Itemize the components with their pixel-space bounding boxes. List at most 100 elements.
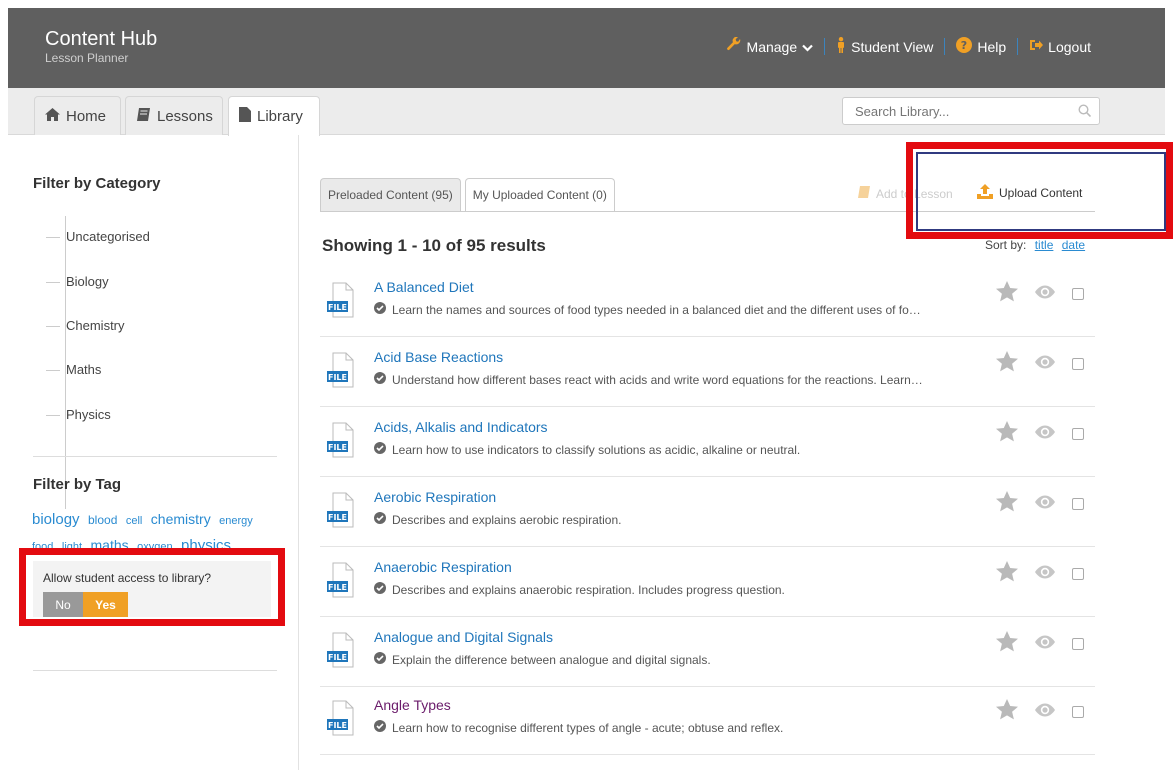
eye-icon[interactable] [1034, 635, 1056, 654]
tab-lessons[interactable]: Lessons [125, 96, 223, 135]
sort-controls: Sort by: title date [985, 238, 1085, 252]
results-count: Showing 1 - 10 of 95 results [322, 236, 546, 255]
select-checkbox[interactable] [1072, 638, 1084, 650]
result-description: Understand how different bases react wit… [374, 372, 923, 387]
top-header-bar: Content Hub Lesson Planner Manage Studen… [8, 8, 1165, 88]
list-item: FILE Anaerobic Respiration Describes and… [320, 548, 1095, 617]
student-access-label: Allow student access to library? [43, 571, 212, 585]
file-icon: FILE [327, 492, 354, 528]
category-uncategorised[interactable]: Uncategorised [46, 229, 150, 244]
tab-home[interactable]: Home [34, 96, 121, 135]
app-title: Content Hub [45, 28, 158, 50]
toggle-no-option[interactable]: No [43, 592, 83, 617]
category-maths[interactable]: Maths [45, 362, 101, 377]
eye-icon[interactable] [1034, 355, 1056, 374]
tab-library[interactable]: Library [228, 96, 320, 136]
svg-text:FILE: FILE [328, 721, 347, 730]
upload-content-outline [916, 152, 1166, 231]
main-tab-bar: Home Lessons Library [8, 88, 1165, 136]
nav-separator [1017, 38, 1019, 55]
eye-icon[interactable] [1034, 425, 1056, 444]
sort-by-date-link[interactable]: date [1062, 238, 1085, 252]
list-item: FILE Aerobic Respiration Describes and e… [320, 478, 1095, 547]
book-icon [136, 107, 151, 125]
tag-link[interactable]: energy [219, 515, 253, 527]
toggle-yes-option[interactable]: Yes [83, 592, 128, 617]
logout-link[interactable]: Logout [1029, 38, 1091, 55]
select-checkbox[interactable] [1072, 568, 1084, 580]
star-icon[interactable] [996, 491, 1018, 517]
star-icon[interactable] [996, 281, 1018, 307]
star-icon[interactable] [996, 561, 1018, 587]
result-actions [996, 699, 1084, 725]
check-circle-icon [374, 442, 386, 457]
file-icon: FILE [327, 282, 354, 318]
tab-uploaded-content[interactable]: My Uploaded Content (0) [464, 178, 615, 211]
student-view-link[interactable]: Student View [836, 37, 933, 56]
eye-icon[interactable] [1034, 565, 1056, 584]
nav-separator [944, 38, 946, 55]
result-title-link[interactable]: Anaerobic Respiration [374, 559, 512, 575]
result-title-link[interactable]: Angle Types [374, 697, 451, 713]
tab-library-label: Library [257, 108, 303, 125]
student-access-toggle[interactable]: No Yes [43, 592, 128, 617]
result-description-text: Describes and explains anaerobic respira… [392, 582, 785, 597]
document-icon [239, 107, 251, 126]
tag-link[interactable]: blood [88, 513, 117, 527]
check-circle-icon [374, 652, 386, 667]
star-icon[interactable] [996, 421, 1018, 447]
help-icon: ? [956, 37, 973, 56]
result-actions [996, 281, 1084, 307]
eye-icon[interactable] [1034, 703, 1056, 722]
student-access-panel: Allow student access to library? No Yes [33, 561, 271, 617]
check-circle-icon [374, 720, 386, 735]
filter-tag-title: Filter by Tag [33, 476, 122, 493]
svg-text:FILE: FILE [328, 653, 347, 662]
content-tabs: Preloaded Content (95) My Uploaded Conte… [320, 178, 615, 211]
search-icon[interactable] [1078, 104, 1092, 122]
filter-sidebar: Filter by Category Uncategorised Biology… [8, 135, 299, 770]
file-icon: FILE [327, 700, 354, 736]
select-checkbox[interactable] [1072, 288, 1084, 300]
wrench-icon [726, 36, 742, 56]
eye-icon[interactable] [1034, 495, 1056, 514]
search-input[interactable] [843, 98, 1063, 124]
select-checkbox[interactable] [1072, 358, 1084, 370]
result-description: Describes and explains aerobic respirati… [374, 512, 621, 527]
tab-preloaded-content[interactable]: Preloaded Content (95) [320, 178, 461, 211]
star-icon[interactable] [996, 631, 1018, 657]
upload-content-highlight [906, 142, 1173, 239]
manage-label: Manage [746, 38, 798, 55]
result-title-link[interactable]: Aerobic Respiration [374, 489, 496, 505]
select-checkbox[interactable] [1072, 706, 1084, 718]
star-icon[interactable] [996, 351, 1018, 377]
divider [33, 670, 277, 671]
help-link[interactable]: ? Help [956, 37, 1006, 56]
tag-link[interactable]: biology [32, 511, 80, 528]
result-title-link[interactable]: A Balanced Diet [374, 279, 474, 295]
category-chemistry[interactable]: Chemistry [46, 318, 125, 333]
app-subtitle: Lesson Planner [45, 51, 129, 65]
select-checkbox[interactable] [1072, 498, 1084, 510]
result-title-link[interactable]: Acids, Alkalis and Indicators [374, 419, 548, 435]
tag-link[interactable]: chemistry [151, 511, 211, 527]
result-description-text: Learn how to recognise different types o… [392, 720, 784, 735]
home-icon [45, 107, 60, 125]
result-title-link[interactable]: Acid Base Reactions [374, 349, 503, 365]
result-title-link[interactable]: Analogue and Digital Signals [374, 629, 553, 645]
eye-icon[interactable] [1034, 285, 1056, 304]
star-icon[interactable] [996, 699, 1018, 725]
tag-link[interactable]: cell [126, 515, 143, 527]
select-checkbox[interactable] [1072, 428, 1084, 440]
category-biology[interactable]: Biology [46, 274, 109, 289]
file-icon: FILE [327, 352, 354, 388]
svg-text:FILE: FILE [328, 443, 347, 452]
manage-menu[interactable]: Manage [726, 36, 814, 56]
nav-separator [824, 38, 826, 55]
sort-by-title-link[interactable]: title [1035, 238, 1054, 252]
category-physics[interactable]: Physics [46, 407, 111, 422]
svg-text:FILE: FILE [328, 513, 347, 522]
result-description-text: Describes and explains aerobic respirati… [392, 512, 622, 527]
svg-text:?: ? [961, 39, 967, 52]
result-description-text: Understand how different bases react wit… [392, 372, 923, 387]
